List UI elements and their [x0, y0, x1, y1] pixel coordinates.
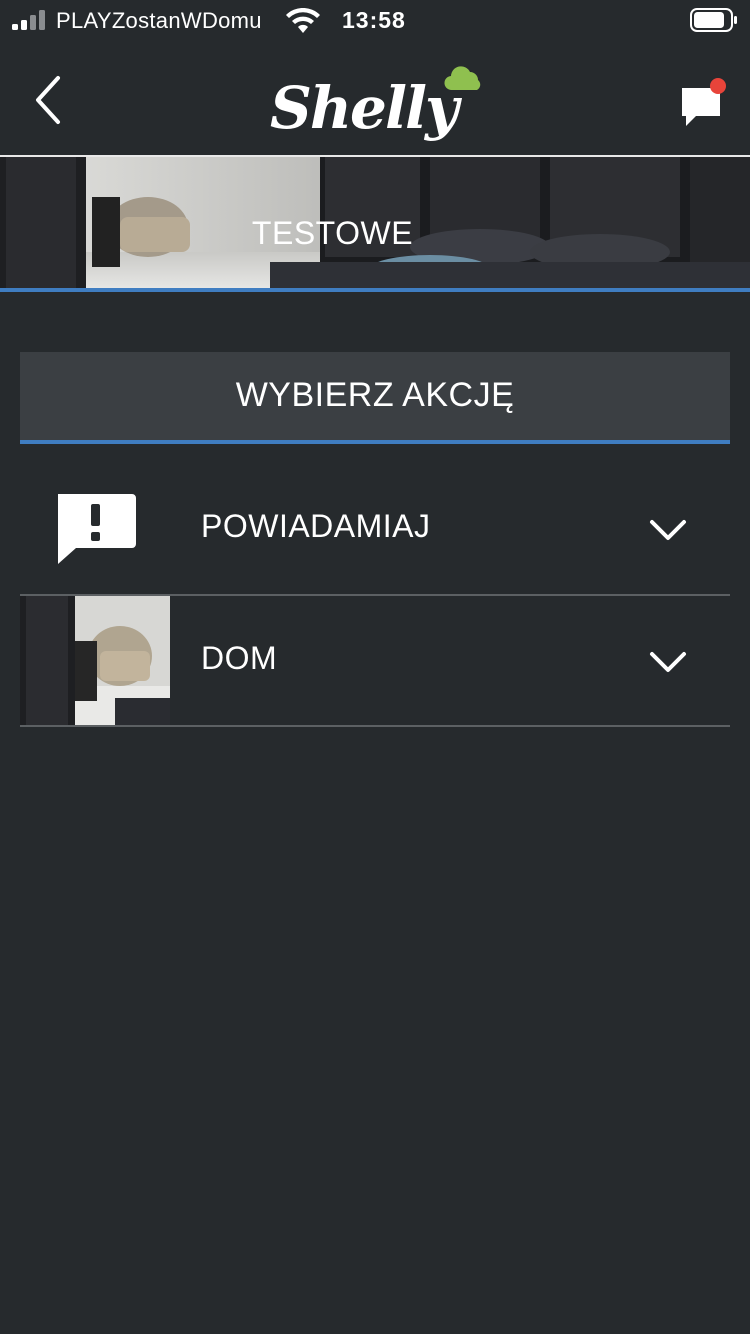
navigation-bar: Shelly	[0, 44, 750, 156]
chevron-down-icon[interactable]	[648, 510, 688, 550]
row-divider	[20, 725, 730, 727]
chevron-down-icon[interactable]	[648, 642, 688, 682]
alert-message-icon	[58, 494, 136, 564]
section-accent-line	[20, 440, 730, 444]
choose-action-title: WYBIERZ AKCJĘ	[235, 376, 515, 414]
signal-strength-icon	[12, 10, 45, 30]
action-row-notify[interactable]: POWIADAMIAJ	[20, 464, 730, 594]
room-name: TESTOWE	[251, 215, 414, 251]
clock: 13:58	[342, 7, 406, 33]
row-label: DOM	[201, 640, 278, 676]
room-photo	[20, 596, 170, 726]
shelly-logo: Shelly	[262, 62, 492, 152]
wifi-icon	[286, 8, 320, 33]
row-label: POWIADAMIAJ	[201, 508, 431, 544]
room-thumbnail	[20, 596, 170, 726]
choose-action-header: WYBIERZ AKCJĘ	[20, 352, 730, 440]
action-row-dom[interactable]: DOM	[20, 596, 730, 726]
banner-accent-line	[0, 288, 750, 292]
battery-icon	[690, 8, 737, 32]
status-bar: PLAYZostanWDomu 13:58	[0, 0, 750, 44]
logo-text: Shelly	[270, 74, 459, 142]
messages-icon[interactable]	[674, 76, 730, 132]
back-arrow-icon[interactable]	[24, 72, 74, 128]
carrier-name: PLAYZostanWDomu	[56, 8, 262, 33]
room-banner: TESTOWE	[0, 157, 750, 288]
cloud-icon	[444, 66, 481, 91]
